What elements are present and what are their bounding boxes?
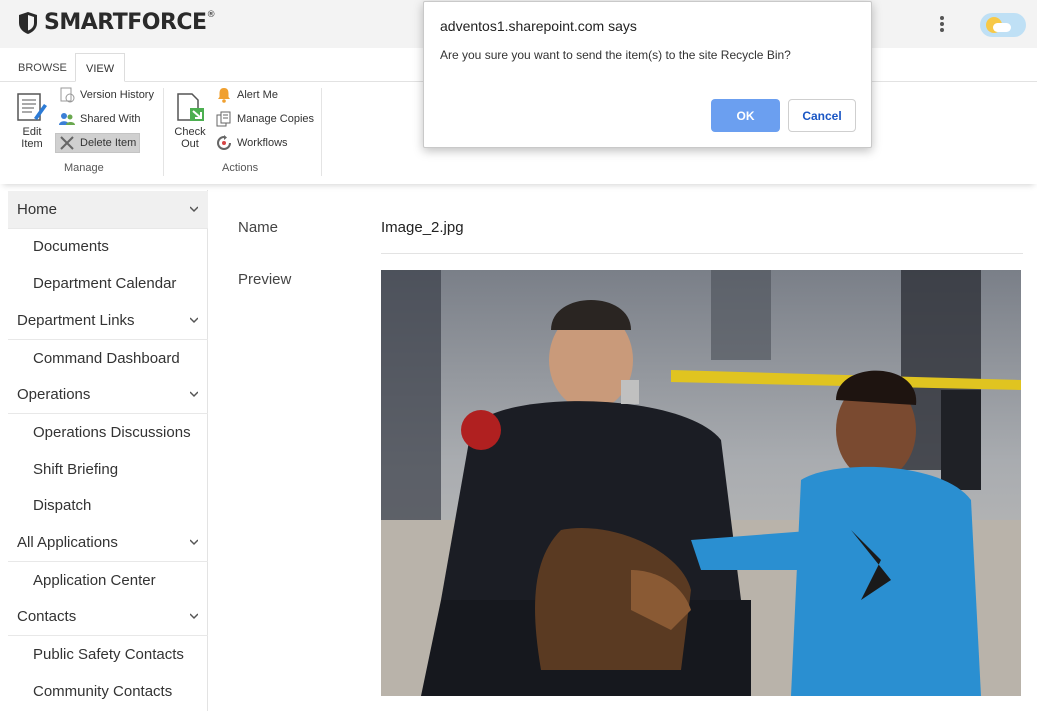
- manage-copies-icon: [216, 111, 231, 127]
- chevron-down-icon[interactable]: [190, 205, 198, 213]
- nav-item-department-calendar[interactable]: Department Calendar: [8, 265, 208, 302]
- nav-item-operations-discussions[interactable]: Operations Discussions: [8, 414, 208, 451]
- nav-item-community-contacts[interactable]: Community Contacts: [8, 673, 208, 710]
- check-out-icon: [177, 93, 204, 121]
- name-field-value: Image_2.jpg: [381, 219, 464, 236]
- ok-button[interactable]: OK: [711, 99, 780, 132]
- ribbon-separator: [163, 88, 164, 176]
- tab-browse[interactable]: BROWSE: [18, 62, 67, 74]
- smartforce-logo[interactable]: SMARTFORCE®: [18, 10, 216, 35]
- nav-item-command-dashboard[interactable]: Command Dashboard: [8, 340, 208, 377]
- nav-item-department-links[interactable]: Department Links: [8, 302, 208, 339]
- chevron-down-icon[interactable]: [190, 316, 198, 324]
- nav-item-contacts[interactable]: Contacts: [8, 598, 208, 635]
- dialog-message: Are you sure you want to send the item(s…: [440, 48, 791, 62]
- cancel-button[interactable]: Cancel: [788, 99, 856, 132]
- delete-item-button[interactable]: Delete Item: [55, 133, 141, 153]
- nav-item-home[interactable]: Home: [8, 191, 208, 228]
- nav-item-documents[interactable]: Documents: [8, 228, 208, 265]
- nav-item-application-center[interactable]: Application Center: [8, 562, 208, 599]
- field-divider: [381, 253, 1023, 254]
- nav-item-public-safety-contacts[interactable]: Public Safety Contacts: [8, 636, 208, 673]
- left-navigation: Home Documents Department Calendar Depar…: [8, 190, 208, 711]
- check-out-button[interactable]: Check Out: [174, 92, 206, 150]
- chevron-down-icon[interactable]: [190, 390, 198, 398]
- confirm-dialog: adventos1.sharepoint.com says Are you su…: [423, 1, 872, 148]
- workflows-button[interactable]: Workflows: [213, 133, 291, 153]
- nav-item-all-applications[interactable]: All Applications: [8, 524, 208, 561]
- edit-item-button[interactable]: Edit Item: [16, 92, 48, 150]
- chevron-down-icon[interactable]: [190, 612, 198, 620]
- name-field-label: Name: [238, 219, 279, 236]
- edit-item-icon: [17, 93, 47, 121]
- preview-field-label: Preview: [238, 271, 292, 288]
- workflows-icon: [217, 135, 231, 150]
- image-preview: [381, 270, 1021, 696]
- delete-x-icon: [60, 136, 74, 150]
- manage-copies-button[interactable]: Manage Copies: [213, 109, 317, 129]
- version-history-icon: [60, 87, 75, 103]
- nav-item-operations[interactable]: Operations: [8, 376, 208, 413]
- nav-item-shift-briefing[interactable]: Shift Briefing: [8, 451, 208, 488]
- logo-text: SMARTFORCE®: [44, 10, 216, 35]
- manage-group-label: Manage: [64, 162, 104, 174]
- dialog-title: adventos1.sharepoint.com says: [440, 18, 637, 34]
- ribbon-separator: [321, 88, 322, 176]
- weather-toggle-icon[interactable]: [980, 13, 1026, 37]
- more-options-icon[interactable]: [934, 13, 950, 35]
- shared-with-button[interactable]: Shared With: [56, 109, 144, 129]
- actions-group-label: Actions: [222, 162, 259, 174]
- alert-me-button[interactable]: Alert Me: [213, 85, 281, 105]
- bell-icon: [218, 88, 230, 103]
- version-history-button[interactable]: Version History: [56, 85, 157, 105]
- preview-photo: [381, 270, 1021, 696]
- shared-with-icon: [59, 113, 75, 125]
- shield-logo-icon: [19, 11, 37, 34]
- nav-item-dispatch[interactable]: Dispatch: [8, 487, 208, 524]
- tab-view[interactable]: VIEW: [75, 53, 126, 82]
- chevron-down-icon[interactable]: [190, 538, 198, 546]
